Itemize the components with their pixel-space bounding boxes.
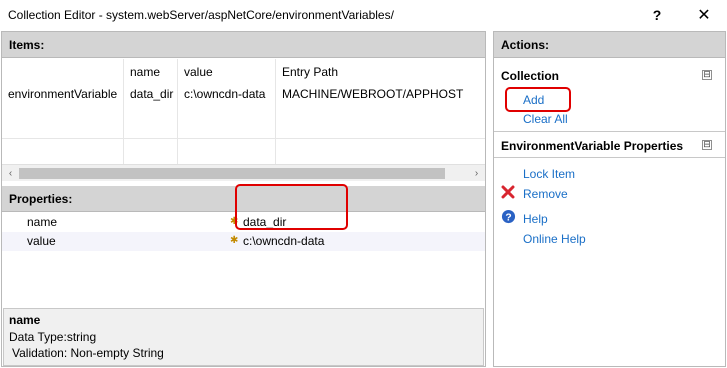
title-bar: Collection Editor - system.webServer/asp… bbox=[0, 0, 727, 31]
grid-header-row: name value Entry Path bbox=[2, 61, 485, 83]
horizontal-scrollbar[interactable]: ‹ › bbox=[2, 164, 485, 181]
items-header: Items: bbox=[2, 32, 485, 58]
lock-item-link[interactable]: Lock Item bbox=[523, 167, 575, 181]
row-entry-path-cell: MACHINE/WEBROOT/APPHOST bbox=[282, 87, 464, 101]
description-title: name bbox=[9, 313, 41, 327]
online-help-link[interactable]: Online Help bbox=[523, 232, 586, 246]
row-divider bbox=[2, 138, 485, 139]
row-type-cell: environmentVariable bbox=[8, 87, 118, 101]
clear-all-link[interactable]: Clear All bbox=[523, 112, 568, 126]
remove-link[interactable]: Remove bbox=[523, 187, 568, 201]
window-title: Collection Editor - system.webServer/asp… bbox=[8, 8, 394, 22]
env-properties-collapse-icon[interactable]: ⊟ bbox=[702, 140, 712, 150]
column-header-entry-path[interactable]: Entry Path bbox=[276, 61, 485, 83]
items-grid: name value Entry Path environmentVariabl… bbox=[2, 59, 485, 165]
scroll-left-icon[interactable]: ‹ bbox=[2, 165, 19, 182]
column-header-name[interactable]: name bbox=[124, 61, 178, 83]
property-value-value[interactable]: c:\owncdn-data bbox=[243, 232, 324, 251]
collection-collapse-icon[interactable]: ⊟ bbox=[702, 70, 712, 80]
required-marker-icon: ✱ bbox=[230, 235, 239, 246]
scroll-right-icon[interactable]: › bbox=[468, 165, 485, 182]
help-button[interactable]: ? bbox=[637, 0, 677, 31]
remove-x-icon bbox=[500, 185, 516, 201]
property-label-value: value bbox=[27, 234, 56, 248]
actions-header: Actions: bbox=[494, 32, 725, 58]
property-label-name: name bbox=[27, 215, 58, 229]
help-link[interactable]: Help bbox=[523, 212, 548, 226]
help-question-icon: ? bbox=[500, 209, 516, 225]
actions-panel: Actions: Collection ⊟ Add Clear All Envi… bbox=[493, 31, 726, 367]
row-name-cell: data_dir bbox=[130, 87, 174, 101]
table-row[interactable]: environmentVariable data_dir c:\owncdn-d… bbox=[2, 83, 485, 105]
collection-group-title: Collection bbox=[501, 69, 560, 83]
close-button[interactable]: ✕ bbox=[684, 0, 724, 31]
property-row-value[interactable]: value ✱ c:\owncdn-data bbox=[2, 232, 485, 251]
scroll-thumb[interactable] bbox=[19, 168, 445, 179]
left-panel: Items: name value Entry Path environment… bbox=[1, 31, 486, 367]
highlight-annotation-properties bbox=[235, 184, 348, 230]
env-properties-group-title: EnvironmentVariable Properties bbox=[501, 139, 684, 153]
description-data-type: Data Type:string bbox=[9, 330, 97, 344]
row-value-cell: c:\owncdn-data bbox=[184, 87, 266, 101]
group-divider bbox=[494, 131, 725, 132]
highlight-annotation-add bbox=[505, 87, 571, 112]
description-validation: Validation: Non-empty String bbox=[12, 346, 164, 360]
column-header-value[interactable]: value bbox=[178, 61, 276, 83]
group-divider bbox=[494, 157, 725, 158]
svg-text:?: ? bbox=[505, 212, 511, 223]
description-panel: name Data Type:string Validation: Non-em… bbox=[3, 308, 484, 366]
